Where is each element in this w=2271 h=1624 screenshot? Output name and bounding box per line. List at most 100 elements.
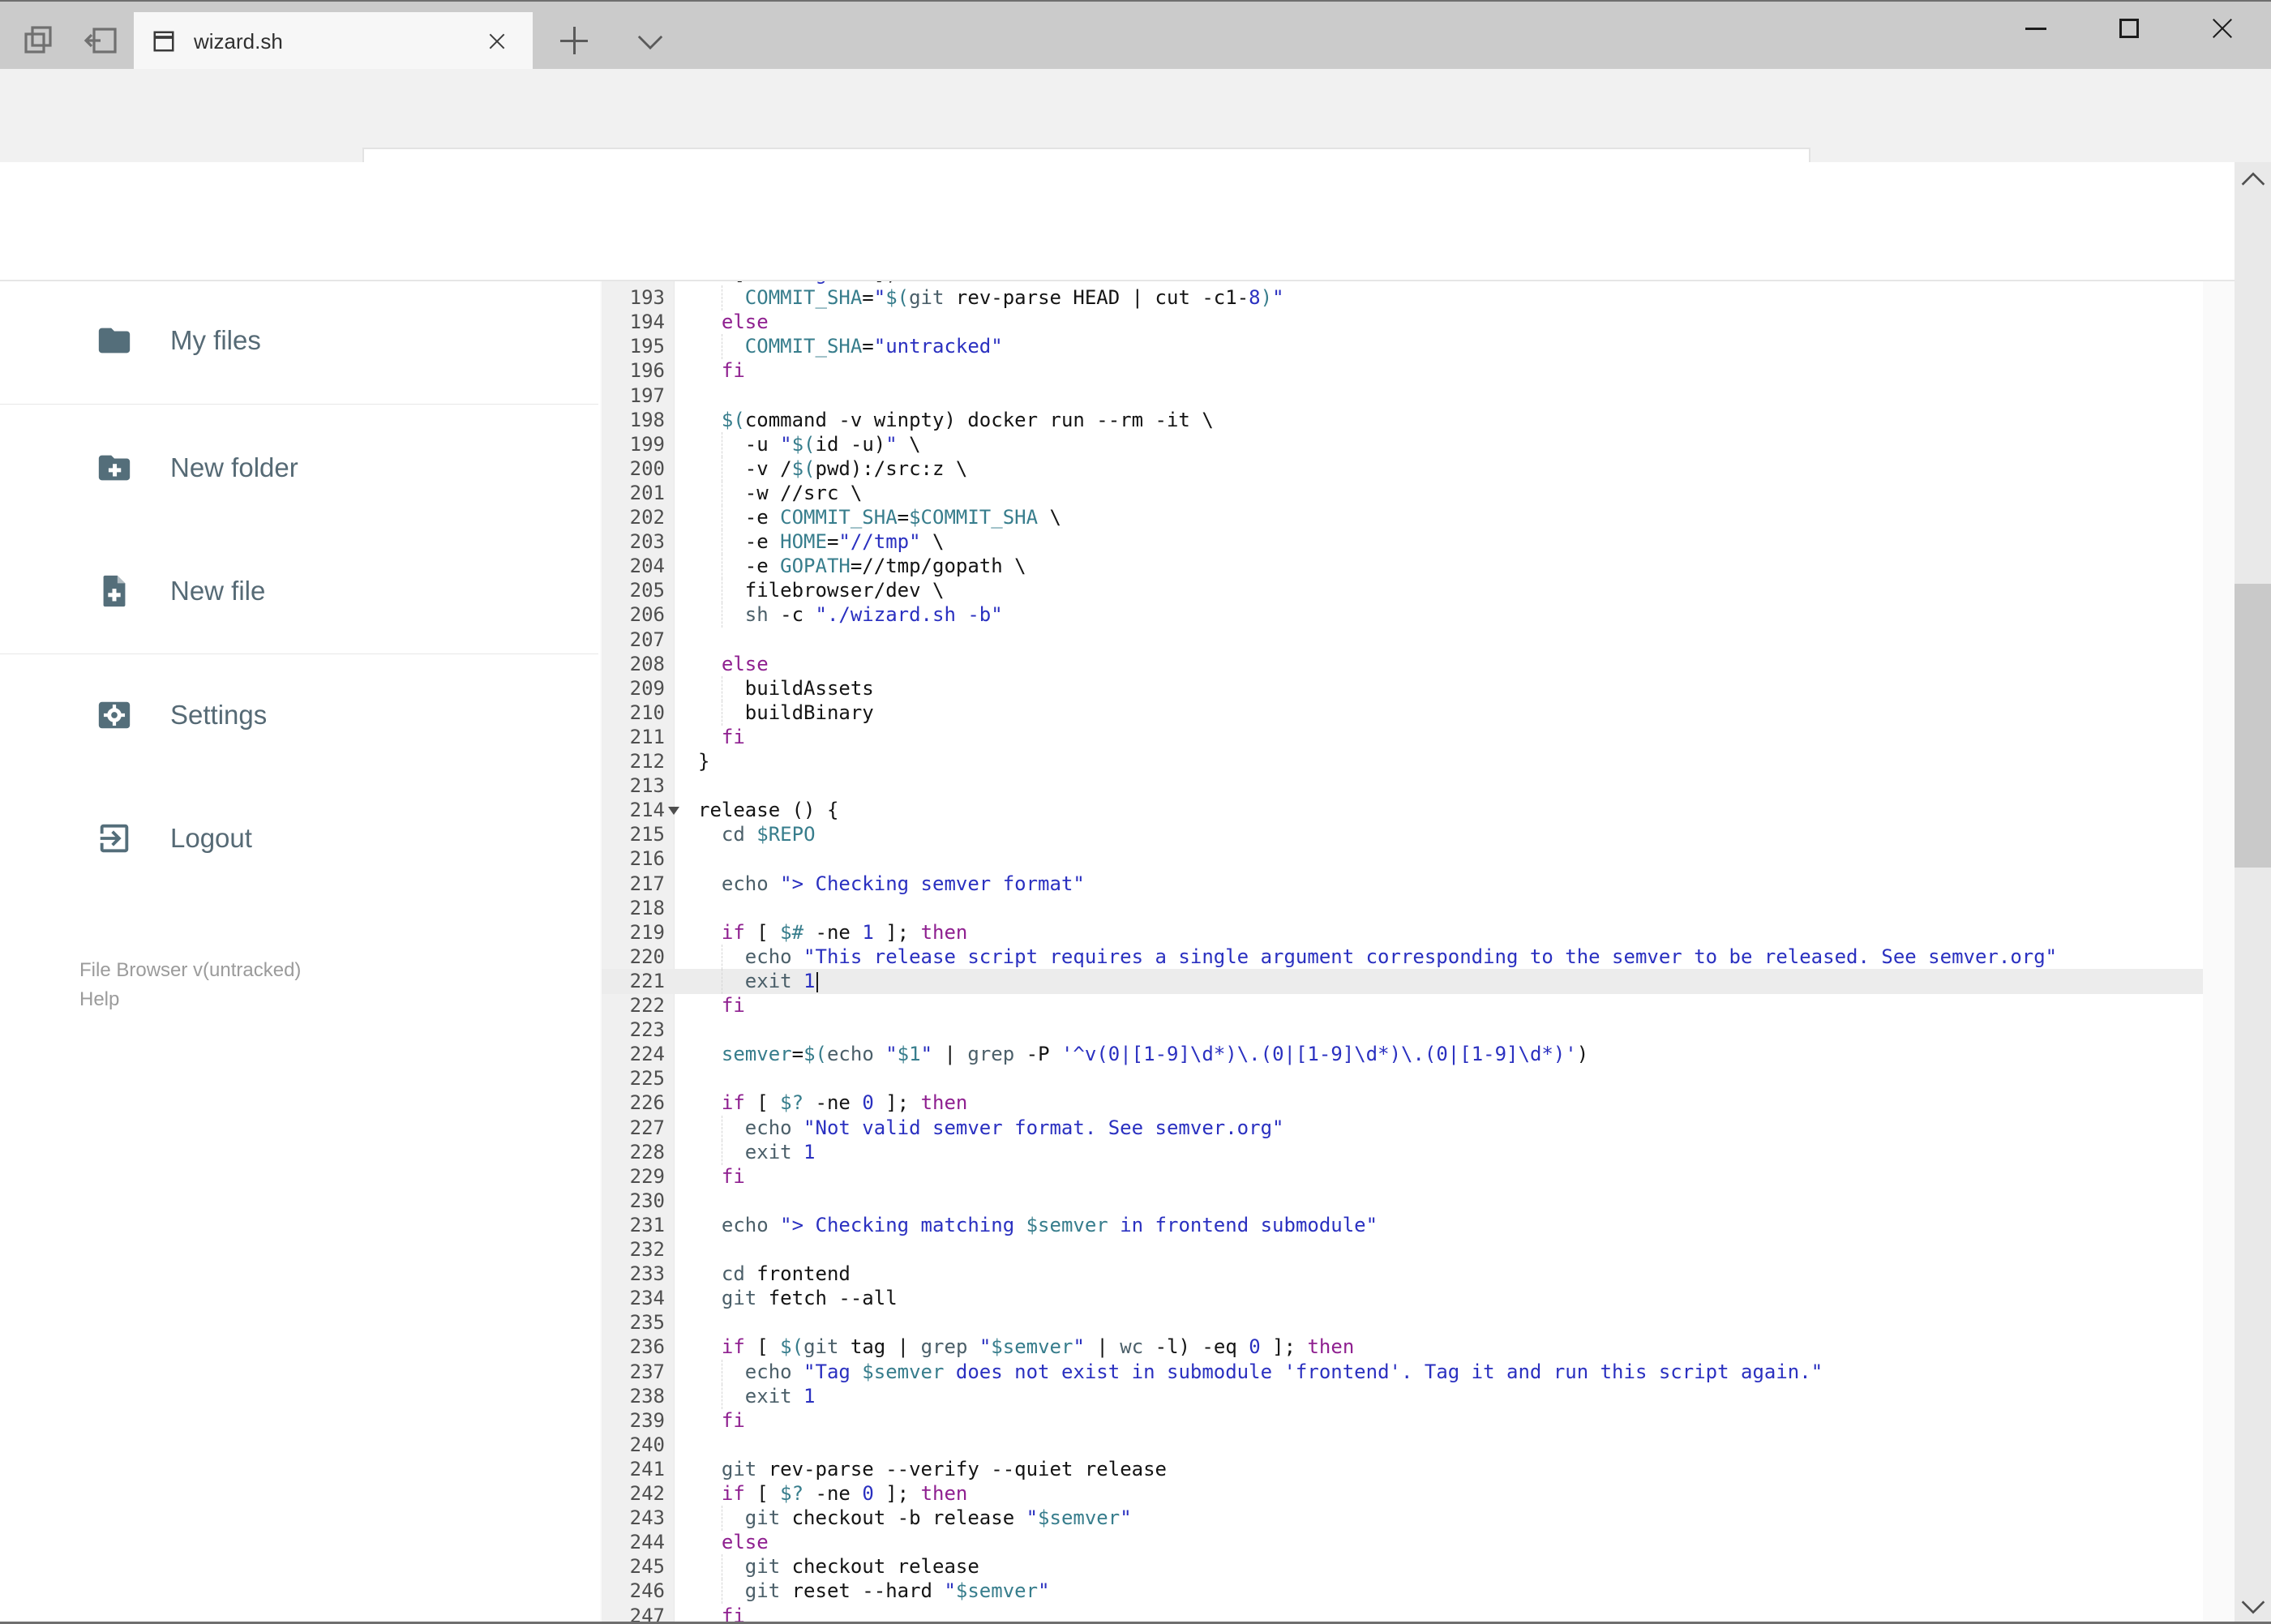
code-line[interactable]: 197 — [602, 384, 2203, 409]
code-line[interactable]: 230 — [602, 1189, 2203, 1214]
code-line[interactable]: 235 — [602, 1310, 2203, 1335]
code-line[interactable]: 202 -e COMMIT_SHA=$COMMIT_SHA \ — [602, 505, 2203, 530]
sidebar: My files New folder New file Settings Logout… — [0, 281, 600, 1624]
line-number: 213 — [629, 774, 665, 798]
code-line[interactable]: 212} — [602, 749, 2203, 774]
code-line[interactable]: 240 — [602, 1433, 2203, 1458]
code-line[interactable]: 241 git rev-parse --verify --quiet relea… — [602, 1457, 2203, 1482]
tab-preview-icon — [24, 26, 52, 54]
fold-arrow-icon[interactable] — [668, 807, 679, 816]
code-line[interactable]: 228 exit 1 — [602, 1139, 2203, 1165]
code-text: echo "> Checking matching $semver in fro… — [721, 1213, 1378, 1236]
code-line[interactable]: 211 fi — [602, 725, 2203, 750]
minimize-button[interactable] — [1999, 2, 2072, 55]
sidebar-item-settings[interactable]: Settings — [0, 678, 600, 752]
code-line[interactable]: 229 fi — [602, 1164, 2203, 1189]
line-number: 196 — [629, 359, 665, 383]
code-line[interactable]: 206 sh -c "./wizard.sh -b" — [602, 602, 2203, 628]
browser-window: wizard.sh Search... My files New folder … — [0, 0, 2271, 1624]
code-line[interactable]: 196 fi — [602, 358, 2203, 384]
line-number: 204 — [629, 555, 665, 578]
code-line[interactable]: 199 -u "$(id -u)" \ — [602, 431, 2203, 457]
sidebar-divider — [0, 404, 598, 405]
new-tab-button[interactable] — [548, 19, 600, 62]
line-number: 208 — [629, 652, 665, 675]
code-text: echo "Tag $semver does not exist in subm… — [744, 1360, 1823, 1383]
code-line[interactable]: 214 release () { — [602, 798, 2203, 823]
code-line[interactable]: 226 if [ $? -ne 0 ]; then — [602, 1091, 2203, 1116]
help-link[interactable]: Help — [79, 985, 301, 1014]
code-line[interactable]: 205 filebrowser/dev \ — [602, 578, 2203, 604]
line-number: 210 — [629, 701, 665, 724]
sidebar-item-new-file[interactable]: New file — [0, 554, 600, 628]
code-line[interactable]: 219 if [ $# -ne 1 ]; then — [602, 920, 2203, 945]
tab-close-button[interactable] — [479, 24, 515, 59]
code-line[interactable]: 201 -w //src \ — [602, 480, 2203, 506]
code-line[interactable]: 243 git checkout -b release "$semver" — [602, 1506, 2203, 1532]
code-text: -v /$(pwd):/src:z \ — [698, 456, 968, 480]
tab-preview-button[interactable] — [15, 19, 63, 62]
scrollbar-thumb[interactable] — [2235, 584, 2271, 868]
code-text: if [ $(git tag | grep "$semver" | wc -l)… — [721, 1335, 1355, 1359]
set-tabs-aside-button[interactable] — [78, 19, 126, 62]
code-line[interactable]: 225 — [602, 1066, 2203, 1091]
line-number: 232 — [629, 1238, 665, 1261]
code-line[interactable]: 203 -e HOME="//tmp" \ — [602, 529, 2203, 555]
code-line[interactable]: 194 else — [602, 310, 2203, 335]
code-line[interactable]: 231 echo "> Checking matching $semver in… — [602, 1213, 2203, 1238]
sidebar-divider — [0, 653, 598, 654]
code-line[interactable]: 238 exit 1 — [602, 1383, 2203, 1409]
code-editor[interactable]: 192if [ -d ".git" ]; then193 COMMIT_SHA=… — [602, 281, 2203, 1624]
code-line[interactable]: 217 echo "> Checking semver format" — [602, 872, 2203, 897]
code-line[interactable]: 224 semver=$(echo "$1" | grep -P '^v(0|[… — [602, 1042, 2203, 1067]
sidebar-item-my-files[interactable]: My files — [0, 303, 600, 378]
scroll-up-button[interactable] — [2235, 162, 2271, 196]
code-line[interactable]: 215 cd $REPO — [602, 822, 2203, 847]
code-line[interactable]: 223 — [602, 1018, 2203, 1043]
tab-list-button[interactable] — [624, 24, 676, 60]
code-line[interactable]: 213 — [602, 773, 2203, 799]
sidebar-item-logout[interactable]: Logout — [0, 801, 600, 876]
scroll-down-button[interactable] — [2235, 1590, 2271, 1624]
code-line[interactable]: 237 echo "Tag $semver does not exist in … — [602, 1359, 2203, 1385]
code-line[interactable]: 242 if [ $? -ne 0 ]; then — [602, 1481, 2203, 1506]
code-line[interactable]: 208 else — [602, 652, 2203, 677]
code-text: cd $REPO — [721, 823, 816, 846]
code-line[interactable]: 245 git checkout release — [602, 1554, 2203, 1580]
code-line[interactable]: 216 — [602, 846, 2203, 872]
browser-tab[interactable]: wizard.sh — [134, 12, 533, 71]
code-line[interactable]: 193 COMMIT_SHA="$(git rev-parse HEAD | c… — [602, 285, 2203, 311]
code-line[interactable]: 234 git fetch --all — [602, 1286, 2203, 1311]
code-line[interactable]: 207 — [602, 628, 2203, 653]
code-line[interactable]: 222 fi — [602, 993, 2203, 1018]
code-line[interactable]: 236 if [ $(git tag | grep "$semver" | wc… — [602, 1335, 2203, 1360]
code-line[interactable]: 246 git reset --hard "$semver" — [602, 1579, 2203, 1605]
code-text: COMMIT_SHA="$(git rev-parse HEAD | cut -… — [744, 286, 1284, 310]
code-line-active[interactable]: 221 exit 1 — [602, 968, 2203, 994]
line-number: 197 — [629, 384, 665, 407]
window-close-button[interactable] — [2186, 2, 2259, 55]
close-icon — [2213, 19, 2232, 38]
code-line[interactable]: 233 cd frontend — [602, 1262, 2203, 1287]
code-line[interactable]: 218 — [602, 896, 2203, 921]
scrollbar[interactable] — [2235, 162, 2271, 1624]
code-text: if [ $? -ne 0 ]; then — [721, 1482, 968, 1505]
maximize-button[interactable] — [2093, 2, 2166, 55]
sidebar-item-new-folder[interactable]: New folder — [0, 431, 600, 505]
code-text: -e COMMIT_SHA=$COMMIT_SHA \ — [698, 506, 1061, 529]
code-line[interactable]: 220 echo "This release script requires a… — [602, 944, 2203, 970]
code-line[interactable]: 239 fi — [602, 1408, 2203, 1433]
code-line[interactable]: 244 else — [602, 1530, 2203, 1555]
code-line[interactable]: 209 buildAssets — [602, 675, 2203, 701]
code-line[interactable]: 232 — [602, 1237, 2203, 1262]
code-line[interactable]: 210 buildBinary — [602, 700, 2203, 726]
code-line[interactable]: 198 $(command -v winpty) docker run --rm… — [602, 408, 2203, 433]
line-number: 215 — [629, 823, 665, 846]
code-line[interactable]: 200 -v /$(pwd):/src:z \ — [602, 456, 2203, 482]
code-line[interactable]: 195 COMMIT_SHA="untracked" — [602, 334, 2203, 360]
code-line[interactable]: 204 -e GOPATH=//tmp/gopath \ — [602, 554, 2203, 580]
text-cursor — [816, 971, 818, 992]
code-line[interactable]: 227 echo "Not valid semver format. See s… — [602, 1115, 2203, 1141]
line-number: 246 — [629, 1579, 665, 1603]
line-number: 229 — [629, 1164, 665, 1188]
